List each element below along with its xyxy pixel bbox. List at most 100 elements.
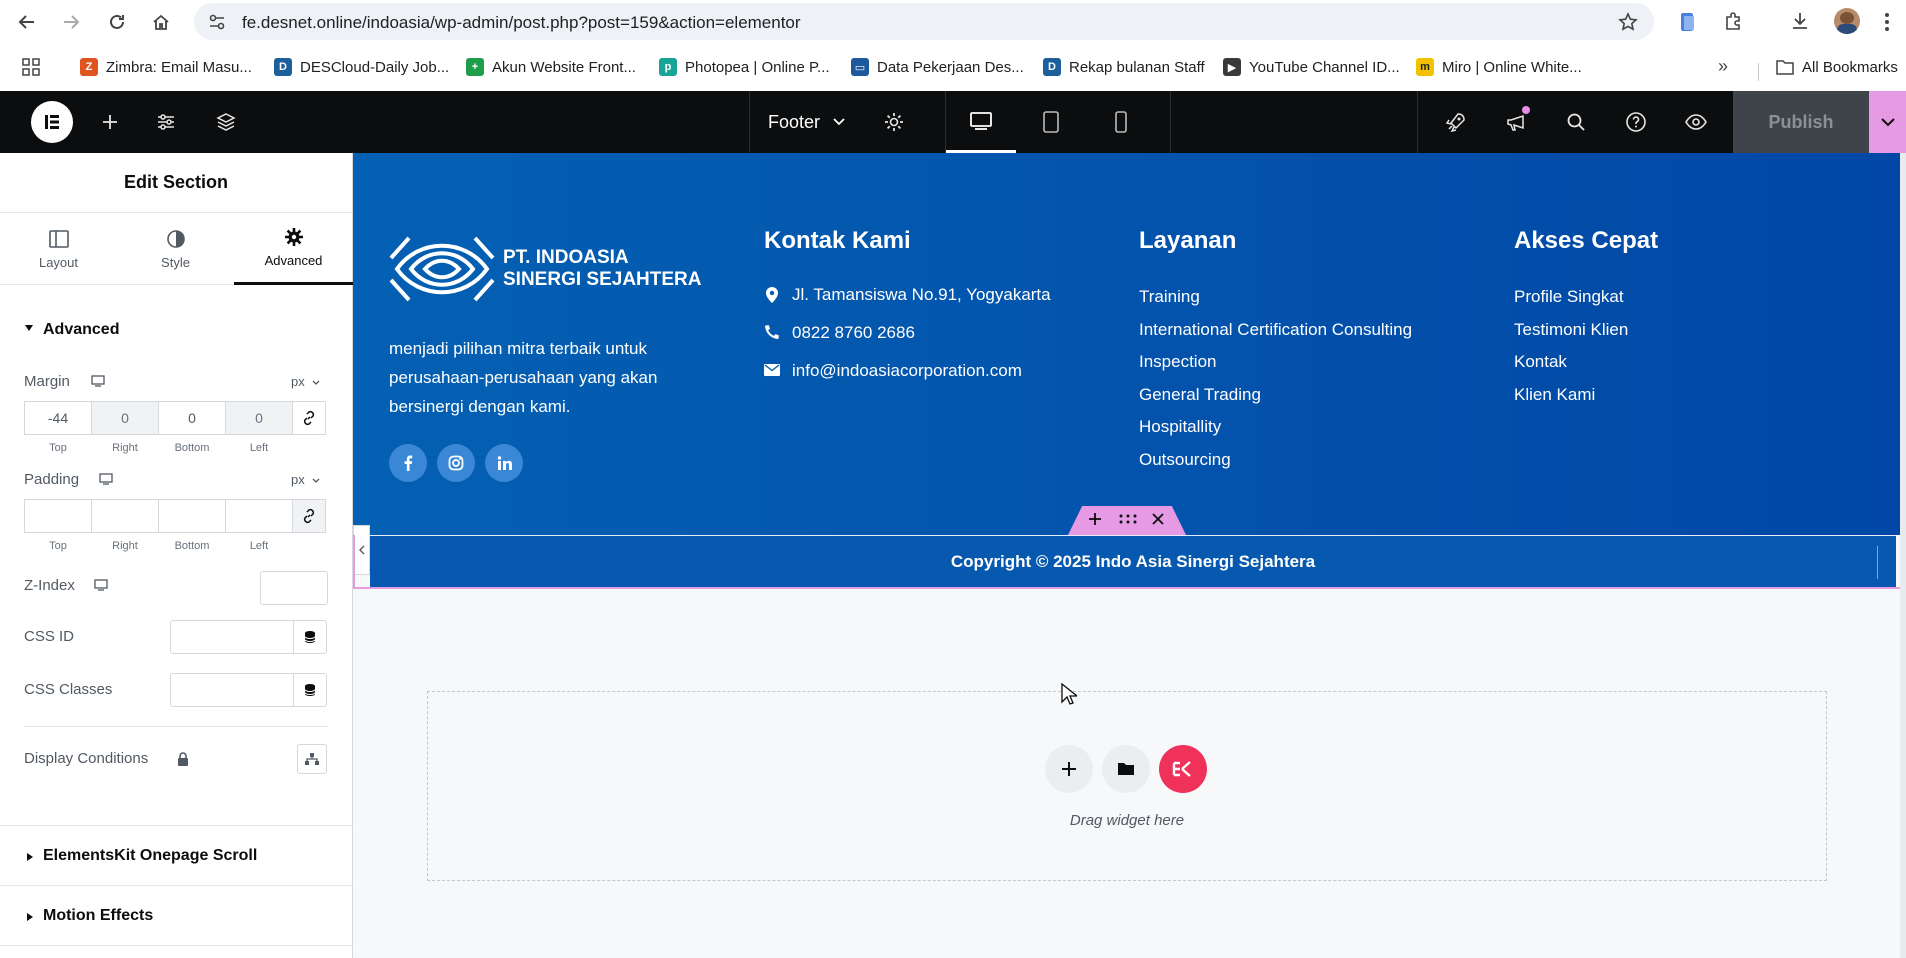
empty-drop-zone[interactable]: Drag widget here [427, 691, 1827, 881]
gear-icon [284, 227, 304, 253]
services-link[interactable]: Hospitallity [1139, 417, 1221, 437]
publish-button[interactable]: Publish [1733, 91, 1869, 153]
download-icon[interactable] [1790, 11, 1810, 31]
padding-bottom-input[interactable] [158, 499, 226, 533]
link-values-icon[interactable] [292, 499, 326, 533]
more-bookmarks-icon[interactable]: » [1718, 56, 1728, 77]
margin-top-input[interactable]: -44 [24, 401, 92, 435]
quick-link[interactable]: Profile Singkat [1514, 287, 1624, 307]
quick-link[interactable]: Testimoni Klien [1514, 320, 1628, 340]
add-new-section-button[interactable] [1045, 745, 1093, 793]
tab-style[interactable]: Style [117, 213, 234, 285]
help-icon[interactable] [1622, 91, 1650, 153]
preview-eye-icon[interactable] [1682, 91, 1710, 153]
contact-phone[interactable]: 0822 8760 2686 [792, 323, 915, 343]
add-section-icon[interactable] [1088, 512, 1102, 526]
rocket-icon[interactable] [1442, 91, 1470, 153]
search-icon[interactable] [1562, 91, 1590, 153]
conditions-sitemap-icon[interactable] [297, 744, 327, 774]
link-values-icon[interactable] [292, 401, 326, 435]
margin-left-input[interactable]: 0 [225, 401, 293, 435]
bookmark-item[interactable]: ▶ YouTube Channel ID... [1223, 57, 1400, 77]
css-id-input[interactable] [170, 620, 294, 654]
bookmark-item[interactable]: m Miro | Online White... [1416, 57, 1582, 77]
notifications-megaphone-icon[interactable] [1502, 91, 1530, 153]
extension-icon[interactable] [1678, 11, 1698, 33]
section-toggle-onepage-scroll[interactable]: ElementsKit Onepage Scroll [43, 847, 257, 865]
instagram-icon[interactable] [437, 444, 475, 482]
dynamic-tags-icon[interactable] [293, 620, 327, 654]
add-element-icon[interactable] [96, 91, 124, 153]
section-toggle-motion-effects[interactable]: Motion Effects [43, 907, 153, 925]
bookmark-item[interactable]: + Akun Website Front... [466, 57, 636, 77]
menu-kebab-icon[interactable] [1884, 12, 1890, 32]
desktop-responsive-icon[interactable] [91, 375, 105, 387]
services-link[interactable]: International Certification Consulting [1139, 320, 1412, 340]
reload-icon[interactable] [96, 0, 138, 43]
linkedin-icon[interactable] [485, 444, 523, 482]
apps-grid-icon[interactable] [22, 58, 40, 76]
bookmark-item[interactable]: D Rekap bulanan Staff [1043, 57, 1205, 77]
tab-layout[interactable]: Layout [0, 213, 117, 285]
tab-advanced[interactable]: Advanced [234, 213, 353, 285]
facebook-icon[interactable] [389, 444, 427, 482]
canvas-scrollbar[interactable] [1900, 153, 1906, 958]
side-label: Top [49, 540, 67, 552]
quick-link[interactable]: Kontak [1514, 352, 1567, 372]
publish-options-chevron-icon[interactable] [1869, 91, 1906, 153]
collapse-panel-chevron-icon[interactable] [353, 525, 370, 575]
footer-section[interactable]: PT. INDOASIA SINERGI SEJAHTERA menjadi p… [353, 153, 1906, 535]
services-link[interactable]: General Trading [1139, 385, 1261, 405]
services-link[interactable]: Training [1139, 287, 1200, 307]
forward-icon[interactable] [50, 0, 92, 43]
padding-left-input[interactable] [225, 499, 293, 533]
mobile-device-icon[interactable] [1086, 91, 1156, 153]
quick-link[interactable]: Klien Kami [1514, 385, 1595, 405]
page-settings-gear-icon[interactable] [880, 91, 908, 153]
margin-bottom-input[interactable]: 0 [158, 401, 226, 435]
css-classes-input[interactable] [170, 673, 294, 707]
delete-section-icon[interactable] [1152, 513, 1164, 525]
back-icon[interactable] [6, 0, 48, 43]
company-logo-text: PT. INDOASIA SINERGI SEJAHTERA [503, 247, 702, 290]
copyright-bar: Copyright © 2025 Indo Asia Sinergi Sejah… [370, 535, 1896, 588]
desktop-device-icon[interactable] [946, 91, 1016, 153]
home-icon[interactable] [140, 0, 182, 43]
margin-right-input[interactable]: 0 [91, 401, 159, 435]
editor-canvas: PT. INDOASIA SINERGI SEJAHTERA menjadi p… [353, 153, 1906, 958]
padding-top-input[interactable] [24, 499, 92, 533]
bookmark-item[interactable]: Z Zimbra: Email Masu... [80, 57, 252, 77]
services-link[interactable]: Inspection [1139, 352, 1217, 372]
add-template-folder-icon[interactable] [1102, 745, 1150, 793]
extensions-puzzle-icon[interactable] [1724, 11, 1744, 31]
drag-handle-icon[interactable] [1119, 514, 1137, 524]
contact-email[interactable]: info@indoasiacorporation.com [792, 361, 1022, 381]
bookmark-item[interactable]: D DESCloud-Daily Job... [274, 57, 449, 77]
structure-layers-icon[interactable] [212, 91, 240, 153]
margin-unit-select[interactable]: px [291, 374, 305, 389]
bookmark-item[interactable]: p Photopea | Online P... [659, 57, 830, 77]
elementskit-templates-icon[interactable] [1159, 745, 1207, 793]
elementor-logo-icon[interactable] [30, 91, 74, 153]
services-link[interactable]: Outsourcing [1139, 450, 1231, 470]
bookmark-favicon: D [274, 58, 292, 76]
padding-unit-select[interactable]: px [291, 472, 305, 487]
all-bookmarks-folder[interactable]: All Bookmarks [1776, 57, 1898, 77]
desktop-responsive-icon[interactable] [94, 579, 108, 591]
dynamic-tags-icon[interactable] [293, 673, 327, 707]
desktop-responsive-icon[interactable] [99, 473, 113, 485]
bookmark-item[interactable]: ▭ Data Pekerjaan Des... [851, 57, 1024, 77]
bookmark-star-icon[interactable] [1618, 12, 1638, 32]
document-name-dropdown[interactable]: Footer [768, 91, 858, 153]
section-toggle-advanced[interactable]: Advanced [43, 321, 119, 339]
address-bar[interactable]: fe.desnet.online/indoasia/wp-admin/post.… [194, 3, 1654, 40]
site-settings-sliders-icon[interactable] [152, 91, 180, 153]
footer-tagline: menjadi pilihan mitra terbaik untuk peru… [389, 339, 658, 416]
drag-widget-hint: Drag widget here [1069, 812, 1185, 829]
zindex-input[interactable] [260, 571, 328, 605]
padding-right-input[interactable] [91, 499, 159, 533]
site-settings-icon[interactable] [208, 13, 226, 31]
tablet-device-icon[interactable] [1016, 91, 1086, 153]
profile-avatar[interactable] [1834, 8, 1860, 34]
company-logo-mark[interactable] [389, 228, 495, 310]
